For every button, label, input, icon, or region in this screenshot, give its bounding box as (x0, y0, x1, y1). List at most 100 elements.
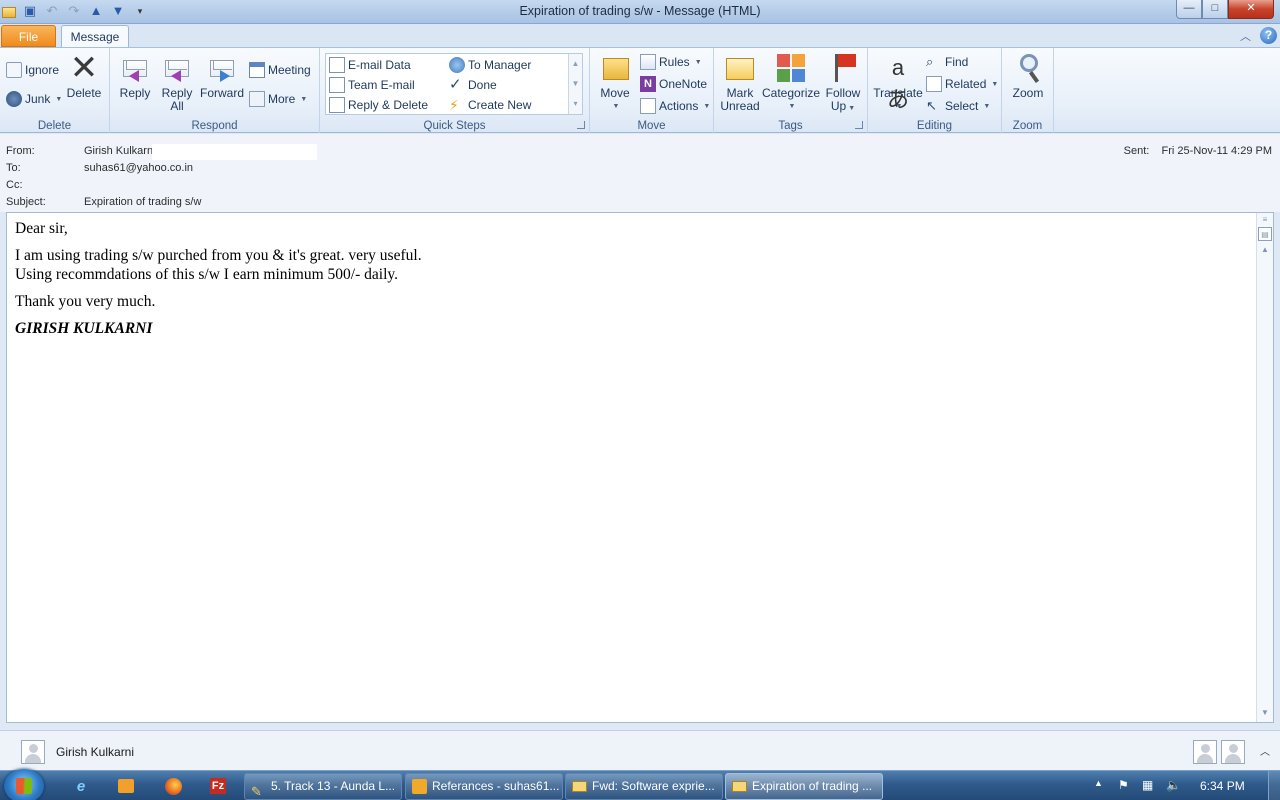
quick-steps-scrollbar[interactable]: ▲ ▼ ▾ (568, 54, 582, 114)
scroll-down-icon[interactable]: ▼ (569, 74, 582, 94)
more-respond-button[interactable]: More ▼ (249, 91, 307, 107)
move-button[interactable]: Move ▼ (596, 52, 634, 113)
collapse-ribbon-icon[interactable]: ︿ (1240, 28, 1251, 44)
reply-button[interactable]: Reply (116, 52, 154, 100)
view-toggle-icon[interactable]: ▤ (1258, 227, 1272, 241)
find-button[interactable]: ⌕ Find (926, 54, 968, 70)
close-button[interactable]: ✕ (1228, 0, 1274, 19)
to-manager-icon (449, 57, 465, 73)
split-icon[interactable]: ≡ (1258, 213, 1272, 227)
taskbar-item-expiration[interactable]: Expiration of trading ... (725, 773, 883, 800)
cc-label: Cc: (6, 179, 23, 191)
zoom-button[interactable]: Zoom (1006, 52, 1050, 100)
select-button[interactable]: ↖ Select ▼ (926, 98, 990, 114)
firefox-icon[interactable] (155, 773, 191, 799)
meeting-button[interactable]: Meeting (249, 62, 311, 78)
quickstep-done[interactable]: ✓ Done (449, 77, 497, 93)
tab-file[interactable]: File (1, 25, 56, 47)
task-label: 5. Track 13 - Aunda L... (271, 779, 396, 793)
scroll-down-icon[interactable]: ▼ (1258, 706, 1272, 720)
quickstep-to-manager[interactable]: To Manager (449, 57, 531, 73)
categorize-label: Categorize (762, 86, 821, 100)
person-avatar-2[interactable] (1221, 740, 1245, 764)
related-button[interactable]: Related ▼ (926, 76, 998, 92)
network-icon[interactable]: ▦ (1142, 778, 1153, 792)
start-button[interactable] (4, 769, 44, 800)
people-pane-name[interactable]: Girish Kulkarni (56, 745, 134, 759)
rules-icon (640, 54, 656, 70)
message-body[interactable]: Dear sir, I am using trading s/w purched… (6, 212, 1274, 723)
sender-avatar[interactable] (21, 740, 45, 764)
cursor-icon: ↖ (926, 98, 937, 113)
maximize-button[interactable]: □ (1202, 0, 1228, 19)
ignore-icon (6, 62, 22, 78)
taskbar-item-referances[interactable]: Referances - suhas61... (405, 773, 563, 800)
scroll-up-icon[interactable]: ▲ (569, 54, 582, 74)
checkmark-icon: ✓ (449, 76, 462, 93)
action-center-flag-icon[interactable]: ⚑ (1118, 778, 1129, 792)
windows-logo-icon (16, 778, 32, 794)
follow-up-button[interactable]: Follow Up ▼ (822, 52, 864, 115)
show-hidden-icons-icon[interactable]: ▲ (1094, 778, 1103, 788)
from-label: From: (6, 145, 35, 157)
meeting-label: Meeting (268, 63, 311, 77)
group-quick-steps: E-mail Data To Manager Team E-mail ✓ Don… (320, 48, 590, 133)
body-scrollbar[interactable]: ≡ ▤ ▲ ▼ (1256, 213, 1273, 722)
quickstep-create-new[interactable]: ⚡ Create New (449, 97, 531, 113)
group-delete: Ignore Junk ▼ ✕ Delete Delete (0, 48, 110, 133)
minimize-button[interactable]: — (1176, 0, 1202, 19)
actions-dropdown-icon: ▼ (703, 102, 711, 110)
envelope-icon (572, 781, 587, 792)
clock[interactable]: 6:34 PM (1200, 779, 1245, 793)
email-data-icon (329, 57, 345, 73)
message-header: From: Girish Kulkarni To: suhas61@yahoo.… (0, 134, 1280, 212)
subject-value: Expiration of trading s/w (84, 196, 202, 208)
quickstep-team-email[interactable]: Team E-mail (329, 77, 415, 93)
taskbar-item-track[interactable]: ✎ 5. Track 13 - Aunda L... (244, 773, 402, 800)
group-label-tags: Tags (778, 120, 803, 132)
quickstep-label: To Manager (468, 58, 532, 72)
quickstep-label: Reply & Delete (348, 98, 429, 112)
group-label-quick-steps: Quick Steps (423, 120, 486, 132)
to-value[interactable]: suhas61@yahoo.co.in (84, 162, 193, 174)
internet-explorer-icon[interactable]: e (63, 773, 99, 799)
translate-button[interactable]: aあ Translate ▼ (872, 52, 924, 113)
scroll-up-icon[interactable]: ▲ (1258, 243, 1272, 257)
media-player-icon[interactable] (108, 773, 144, 799)
expand-people-pane-icon[interactable]: ︿ (1260, 743, 1270, 758)
find-label: Find (945, 55, 969, 69)
system-tray: ▲ ⚑ ▦ 🔈 (1088, 771, 1280, 800)
forward-button[interactable]: Forward (199, 52, 245, 100)
mark-unread-button[interactable]: Mark Unread (718, 52, 762, 113)
pencil-icon: ✎ (251, 784, 262, 799)
actions-button[interactable]: Actions ▼ (640, 98, 710, 114)
categorize-button[interactable]: Categorize ▼ (762, 52, 820, 113)
from-value[interactable]: Girish Kulkarni (84, 145, 156, 157)
quickstep-reply-delete[interactable]: Reply & Delete (329, 97, 428, 113)
group-label-delete: Delete (37, 120, 72, 132)
expand-gallery-icon[interactable]: ▾ (569, 94, 582, 114)
junk-button[interactable]: Junk ▼ (6, 91, 62, 107)
team-email-icon (329, 77, 345, 93)
onenote-button[interactable]: N OneNote (640, 76, 707, 92)
filezilla-icon[interactable]: Fz (200, 773, 236, 799)
rules-button[interactable]: Rules ▼ (640, 54, 702, 70)
quickstep-email-data[interactable]: E-mail Data (329, 57, 411, 73)
reply-all-button[interactable]: Reply All (158, 52, 196, 113)
tab-message[interactable]: Message (61, 25, 129, 48)
reply-all-label-2: All (170, 99, 184, 113)
person-avatar-1[interactable] (1193, 740, 1217, 764)
ignore-button[interactable]: Ignore (6, 62, 59, 78)
volume-icon[interactable]: 🔈 (1166, 778, 1181, 792)
follow-up-label-2: Up (830, 99, 847, 113)
rules-label: Rules (659, 55, 690, 69)
people-pane: Girish Kulkarni ︿ (0, 730, 1280, 770)
help-icon[interactable]: ? (1260, 27, 1277, 44)
onenote-icon: N (640, 76, 656, 92)
delete-x-icon: ✕ (69, 49, 99, 87)
sent-value: Fri 25-Nov-11 4:29 PM (1161, 145, 1272, 157)
show-desktop-button[interactable] (1268, 771, 1280, 800)
delete-button[interactable]: ✕ Delete (64, 49, 104, 100)
taskbar-item-fwd-software[interactable]: Fwd: Software exprie... (565, 773, 723, 800)
quickstep-label: Create New (468, 98, 532, 112)
